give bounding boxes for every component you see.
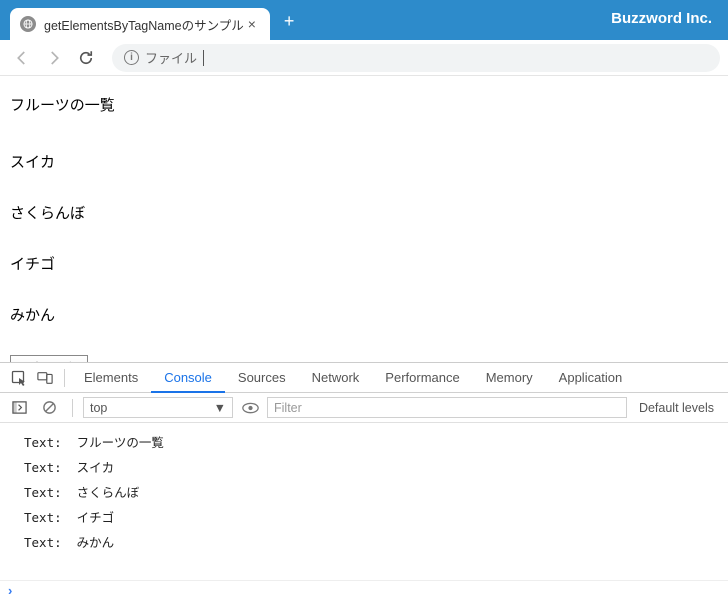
tab-sources[interactable]: Sources (225, 363, 299, 393)
console-prompt[interactable]: › (0, 580, 728, 600)
separator (64, 369, 65, 387)
reload-button[interactable] (72, 44, 100, 72)
console-toolbar: top ▼ Filter Default levels (0, 393, 728, 423)
clear-console-icon[interactable] (36, 395, 62, 421)
log-levels-selector[interactable]: Default levels (631, 401, 722, 415)
list-item: みかん (10, 304, 718, 325)
console-line: Text: みかん (0, 529, 728, 554)
filter-placeholder: Filter (274, 401, 302, 415)
list-item: イチゴ (10, 253, 718, 274)
tab-application[interactable]: Application (546, 363, 636, 393)
console-line: Text: さくらんぼ (0, 479, 728, 504)
filter-input[interactable]: Filter (267, 397, 627, 418)
chevron-down-icon: ▼ (214, 401, 226, 415)
page-content: フルーツの一覧 スイカ さくらんぼ イチゴ みかん 要素を取得 (0, 76, 728, 362)
address-label: ファイル (145, 48, 197, 67)
forward-button[interactable] (40, 44, 68, 72)
text-cursor (203, 50, 204, 66)
back-button[interactable] (8, 44, 36, 72)
inspect-icon[interactable] (6, 365, 32, 391)
browser-toolbar: i ファイル (0, 40, 728, 76)
device-toggle-icon[interactable] (32, 365, 58, 391)
tab-console[interactable]: Console (151, 363, 225, 393)
window-titlebar: getElementsByTagNameのサンプル × + Buzzword I… (0, 0, 728, 40)
chevron-right-icon: › (8, 583, 12, 598)
brand-label: Buzzword Inc. (611, 10, 712, 27)
console-line: Text: スイカ (0, 454, 728, 479)
tab-memory[interactable]: Memory (473, 363, 546, 393)
tab-network[interactable]: Network (299, 363, 373, 393)
page-heading: フルーツの一覧 (10, 94, 718, 115)
close-icon[interactable]: × (244, 16, 260, 32)
info-icon: i (124, 50, 139, 65)
live-expression-icon[interactable] (237, 395, 263, 421)
globe-icon (20, 16, 36, 32)
tab-elements[interactable]: Elements (71, 363, 151, 393)
context-label: top (90, 401, 107, 415)
sidebar-toggle-icon[interactable] (6, 395, 32, 421)
get-elements-button[interactable]: 要素を取得 (10, 355, 88, 362)
tab-title: getElementsByTagNameのサンプル (44, 15, 244, 34)
context-selector[interactable]: top ▼ (83, 397, 233, 418)
devtools-panel: Elements Console Sources Network Perform… (0, 362, 728, 600)
address-bar[interactable]: i ファイル (112, 44, 720, 72)
list-item: スイカ (10, 151, 718, 172)
console-log: Text: フルーツの一覧Text: スイカText: さくらんぼText: イ… (0, 423, 728, 580)
separator (72, 399, 73, 417)
browser-tab[interactable]: getElementsByTagNameのサンプル × (10, 8, 270, 40)
tab-performance[interactable]: Performance (372, 363, 472, 393)
new-tab-button[interactable]: + (284, 11, 295, 32)
console-line: Text: フルーツの一覧 (0, 429, 728, 454)
list-item: さくらんぼ (10, 202, 718, 223)
devtools-tabbar: Elements Console Sources Network Perform… (0, 363, 728, 393)
console-line: Text: イチゴ (0, 504, 728, 529)
